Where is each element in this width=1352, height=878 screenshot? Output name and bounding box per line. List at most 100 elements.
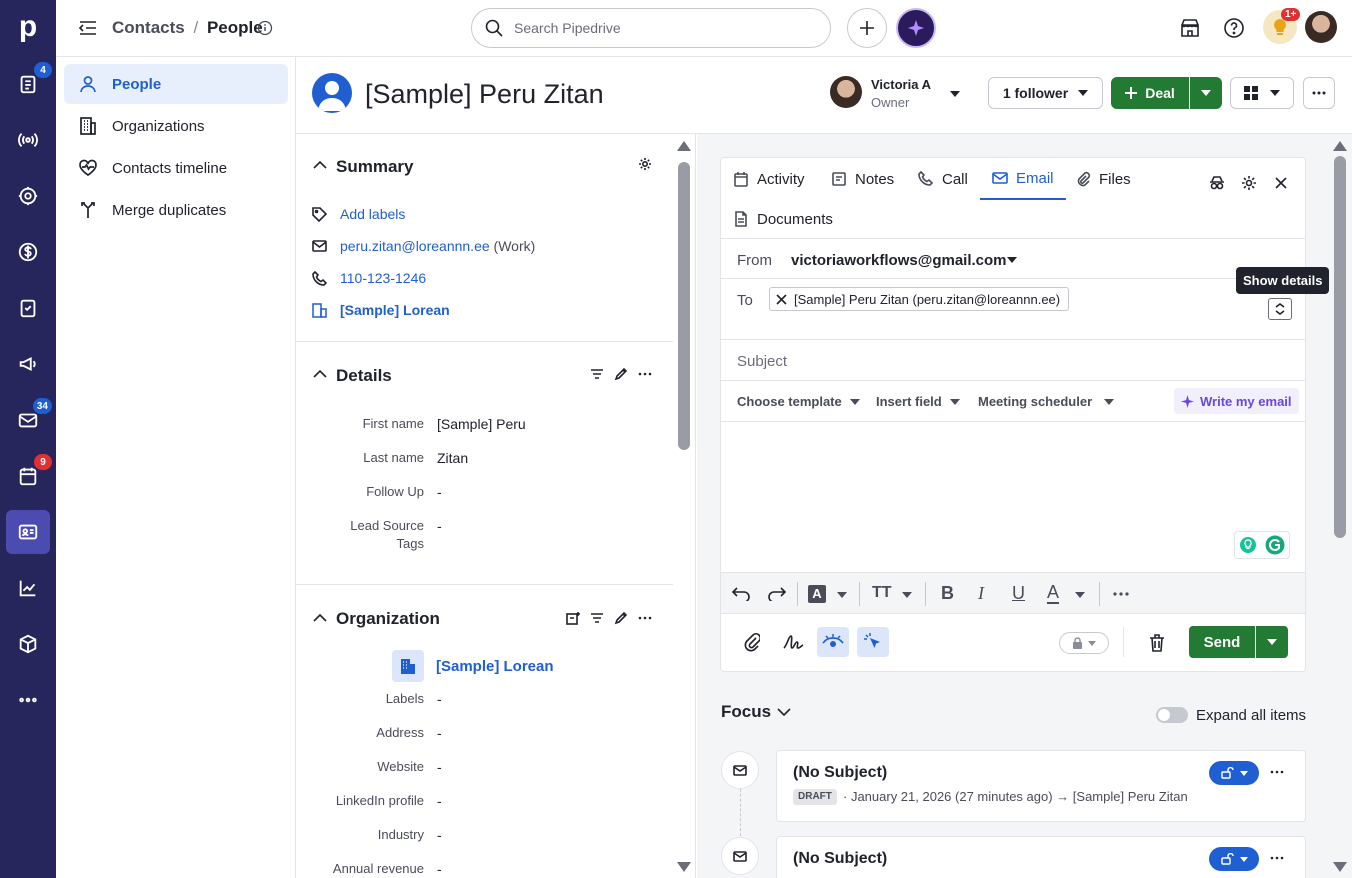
recipient-chip[interactable]: [Sample] Peru Zitan (peru.zitan@loreannn… [769,287,1070,311]
info-icon[interactable] [257,20,273,36]
field-value[interactable]: - [437,793,442,809]
person-name[interactable]: [Sample] Peru Zitan [365,79,604,110]
filter-icon[interactable] [590,612,604,624]
campaigns-nav[interactable] [6,342,50,386]
layout-view-button[interactable] [1230,77,1294,109]
tracking-toggle[interactable] [817,627,849,657]
focus-toggle[interactable]: Focus [721,702,791,722]
highlight-icon[interactable]: A [808,585,826,603]
spy-icon[interactable] [1209,175,1225,191]
more-dots-icon[interactable] [1270,770,1284,774]
quick-add-button[interactable] [847,8,887,48]
contacts-nav[interactable] [6,510,50,554]
collapse-menu-icon[interactable] [78,19,98,37]
phone-link[interactable]: 110-123-1246 [340,270,426,286]
follower-button[interactable]: 1 follower [988,77,1103,109]
leads-nav[interactable] [6,118,50,162]
expand-all-toggle[interactable] [1156,707,1188,723]
send-options-button[interactable] [1256,626,1288,658]
from-dropdown-icon[interactable] [1007,257,1017,263]
pencil-icon[interactable] [614,367,628,381]
field-value[interactable]: - [437,725,442,741]
attachment-icon[interactable] [744,632,760,652]
deal-dropdown-button[interactable] [1190,77,1222,109]
more-dots-icon[interactable] [1270,856,1284,860]
more-actions-button[interactable] [1303,77,1335,109]
field-value[interactable]: - [437,484,442,500]
sidebar-item-people[interactable]: People [64,64,288,104]
gear-icon[interactable] [638,157,652,171]
subject-input[interactable]: Subject [737,353,787,370]
pencil-icon[interactable] [614,611,628,625]
timeline-card[interactable]: (No Subject) [776,836,1306,878]
products-nav[interactable] [6,622,50,666]
chevron-down-icon[interactable] [902,592,912,598]
tab-files[interactable]: Files [1075,158,1131,200]
redo-icon[interactable] [767,585,787,601]
user-avatar[interactable] [1305,11,1337,43]
email-subject[interactable]: (No Subject) [793,850,887,868]
field-value[interactable]: Zitan [437,450,468,466]
show-details-button[interactable] [1268,298,1292,320]
link-tracking-toggle[interactable] [857,627,889,657]
scroll-up-arrow-icon[interactable] [1333,141,1347,151]
scroll-down-arrow-icon[interactable] [1333,862,1347,872]
choose-template-dropdown[interactable]: Choose template [737,394,860,409]
email-subject[interactable]: (No Subject) [793,764,887,782]
email-body-editor[interactable] [721,422,1305,572]
calendar-nav[interactable]: 9 [6,454,52,498]
undo-icon[interactable] [731,585,751,601]
tips-button[interactable]: 1+ [1263,8,1301,44]
scroll-up-arrow-icon[interactable] [677,141,691,151]
chevron-down-icon[interactable] [837,592,847,598]
tab-email[interactable]: Email [980,158,1066,200]
remove-recipient-icon[interactable] [776,293,787,305]
field-value[interactable]: - [437,691,442,707]
field-value[interactable]: [Sample] Peru [437,416,526,432]
sidebar-item-organizations[interactable]: Organizations [64,106,288,146]
collapse-organization-icon[interactable] [313,613,327,623]
more-dots-icon[interactable] [638,372,652,376]
grammar-widget[interactable] [1234,531,1290,559]
left-scrollbar-thumb[interactable] [678,162,690,450]
signature-icon[interactable] [782,632,804,652]
tab-activity[interactable]: Activity [733,158,805,200]
timeline-card[interactable]: (No Subject) DRAFT · January 21, 2026 (2… [776,750,1306,822]
insert-field-dropdown[interactable]: Insert field [876,394,960,409]
visibility-dropdown[interactable] [1209,847,1259,871]
close-icon[interactable] [1274,176,1288,190]
field-value[interactable]: - [437,827,442,843]
pipedrive-logo[interactable]: p [14,10,42,44]
field-value[interactable]: - [437,518,442,534]
collapse-summary-icon[interactable] [313,160,327,170]
write-my-email-button[interactable]: Write my email [1174,388,1299,414]
send-button[interactable]: Send [1189,626,1255,658]
visibility-dropdown[interactable] [1209,761,1259,785]
meeting-scheduler-dropdown[interactable]: Meeting scheduler [978,394,1115,409]
search-box[interactable]: Search Pipedrive [471,8,831,48]
more-dots-icon[interactable] [1113,592,1129,596]
collapse-details-icon[interactable] [313,369,327,379]
add-organization-icon[interactable] [566,611,581,625]
more-nav[interactable] [6,678,50,722]
money-nav[interactable] [6,230,50,274]
bold-icon[interactable]: B [941,583,954,604]
add-labels-link[interactable]: Add labels [340,206,405,222]
insights-nav[interactable] [6,566,50,610]
chevron-down-icon[interactable] [1075,592,1085,598]
tasks-nav[interactable] [6,286,50,330]
ai-assistant-button[interactable] [896,8,936,48]
org-name-link[interactable]: [Sample] Lorean [436,658,554,675]
underline-icon[interactable]: U [1012,583,1025,604]
field-value[interactable]: - [437,861,442,877]
filter-icon[interactable] [590,368,604,380]
sidebar-item-contacts-timeline[interactable]: Contacts timeline [64,148,288,188]
sidebar-item-merge-duplicates[interactable]: Merge duplicates [64,190,288,230]
more-dots-icon[interactable] [638,616,652,620]
italic-icon[interactable]: I [978,583,984,604]
marketplace-icon[interactable] [1179,17,1201,39]
tab-documents[interactable]: Documents [733,198,833,240]
deals-nav[interactable]: 4 [6,62,52,106]
from-value[interactable]: victoriaworkflows@gmail.com [791,252,1007,269]
add-deal-button[interactable]: Deal [1111,77,1189,109]
